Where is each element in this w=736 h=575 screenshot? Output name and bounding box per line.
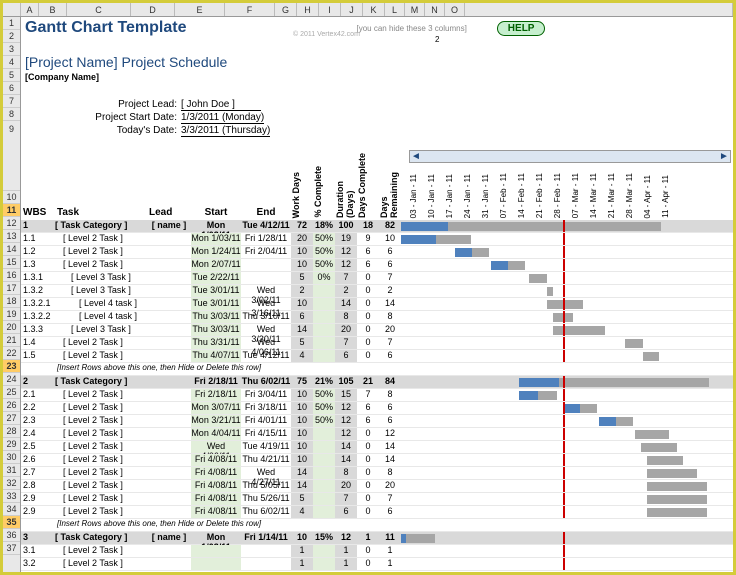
table-row[interactable]: 1.4[ Level 2 Task ]Thu 3/31/11Wed 4/06/1… [21,337,733,350]
doc-title: Gantt Chart Template [25,19,187,37]
table-row[interactable]: 2.9[ Level 2 Task ]Fri 4/08/11Thu 5/26/1… [21,493,733,506]
column-letters: ABCDEFGHIJKLMNO [3,3,733,17]
subtitle: [Project Name] Project Schedule [21,52,733,72]
header-task: Task [55,207,147,218]
timeline-header: ◄ ► 03 - Jan - 1110 - Jan - 1117 - Jan -… [401,150,733,220]
date-column: 10 - Jan - 11 [427,172,445,218]
date-column: 31 - Jan - 11 [481,172,499,218]
date-column: 28 - Mar - 11 [625,171,643,218]
date-column: 21 - Feb - 11 [535,171,553,218]
table-row[interactable]: 1.1[ Level 2 Task ]Mon 1/03/11Fri 1/28/1… [21,233,733,246]
date-column: 17 - Jan - 11 [445,172,463,218]
header-lead: Lead [147,207,191,218]
gantt-body: 1[ Task Category ][ name ]Mon 1/03/11Tue… [21,220,733,571]
header-days-complete: Days Complete [357,151,379,218]
table-row[interactable]: 2.5[ Level 2 Task ]Wed 4/06/11Tue 4/19/1… [21,441,733,454]
date-column: 04 - Apr - 11 [643,173,661,218]
table-row[interactable]: 1.3.2.1[ Level 4 task ]Tue 3/01/11Wed 3/… [21,298,733,311]
date-column: 07 - Mar - 11 [571,171,589,218]
table-row[interactable]: 2.6[ Level 2 Task ]Fri 4/08/11Thu 4/21/1… [21,454,733,467]
table-row[interactable]: 1[ Task Category ][ name ]Mon 1/03/11Tue… [21,220,733,233]
date-column: 24 - Jan - 11 [463,172,481,218]
marker: 2 [435,35,439,44]
table-row[interactable]: 2.9[ Level 2 Task ]Fri 4/08/11Thu 6/02/1… [21,506,733,519]
header-pct-complete: % Complete [313,164,335,218]
help-button[interactable]: HELP [497,21,546,36]
header-duration: Duration (Days) [335,150,357,218]
table-row[interactable]: 3[ Task Category ][ name ]Mon 1/03/11Fri… [21,532,733,545]
header-days-remaining: Days Remaining [379,150,401,218]
table-row[interactable]: 2[ Task Category ]Fri 2/18/11Thu 6/02/11… [21,376,733,389]
table-row[interactable]: [Insert Rows above this one, then Hide o… [21,519,733,532]
date-column: 28 - Feb - 11 [553,171,571,218]
hide-columns-note: [you can hide these 3 columns] [357,24,467,33]
row-numbers: 1234567891011121314151617181920212223242… [3,17,21,572]
table-row[interactable]: [Insert Rows above this one, then Hide o… [21,363,733,376]
header-workdays: Work Days [291,170,313,218]
lead-value[interactable]: [ John Doe ] [181,99,261,111]
today-value[interactable]: 3/3/2011 (Thursday) [181,125,270,137]
table-row[interactable]: 1.3.2.2[ Level 4 task ]Thu 3/03/11Thu 3/… [21,311,733,324]
table-row[interactable]: 1.3.3[ Level 3 Task ]Thu 3/03/11Wed 3/30… [21,324,733,337]
table-row[interactable]: 1.3[ Level 2 Task ]Mon 2/07/111050%1266 [21,259,733,272]
header-wbs: WBS [21,207,55,218]
table-row[interactable]: 2.8[ Level 2 Task ]Fri 4/08/11Thu 5/05/1… [21,480,733,493]
table-row[interactable]: 3.1[ Level 2 Task ]1101 [21,545,733,558]
table-row[interactable]: 1.3.1[ Level 3 Task ]Tue 2/22/1150%707 [21,272,733,285]
start-date-label: Project Start Date: [21,112,181,123]
table-row[interactable]: 2.2[ Level 2 Task ]Mon 3/07/11Fri 3/18/1… [21,402,733,415]
date-column: 03 - Jan - 11 [409,172,427,218]
header-end: End [241,207,291,218]
start-date-value[interactable]: 1/3/2011 (Monday) [181,112,264,124]
table-row[interactable]: 1.2[ Level 2 Task ]Mon 1/24/11Fri 2/04/1… [21,246,733,259]
today-label: Today's Date: [21,125,181,136]
company-name: [Company Name] [21,72,733,85]
table-row[interactable]: 2.1[ Level 2 Task ]Fri 2/18/11Fri 3/04/1… [21,389,733,402]
scroll-next-icon[interactable]: ► [718,151,730,162]
table-row[interactable]: 2.7[ Level 2 Task ]Fri 4/08/11Wed 4/27/1… [21,467,733,480]
table-row[interactable]: 1.3.2[ Level 3 Task ]Tue 3/01/11Wed 3/02… [21,285,733,298]
table-row[interactable]: 3.2[ Level 2 Task ]1101 [21,558,733,571]
date-column: 14 - Feb - 11 [517,171,535,218]
date-column: 21 - Mar - 11 [607,171,625,218]
date-column: 07 - Feb - 11 [499,171,517,218]
table-row[interactable]: 2.4[ Level 2 Task ]Mon 4/04/11Fri 4/15/1… [21,428,733,441]
copyright: © 2011 Vertex42.com [293,31,360,38]
table-row[interactable]: 1.5[ Level 2 Task ]Thu 4/07/11Tue 4/12/1… [21,350,733,363]
date-column: 14 - Mar - 11 [589,171,607,218]
lead-label: Project Lead: [21,99,181,110]
date-column: 11 - Apr - 11 [661,173,679,218]
scroll-prev-icon[interactable]: ◄ [410,151,422,162]
table-row[interactable]: 2.3[ Level 2 Task ]Mon 3/21/11Fri 4/01/1… [21,415,733,428]
header-start: Start [191,207,241,218]
